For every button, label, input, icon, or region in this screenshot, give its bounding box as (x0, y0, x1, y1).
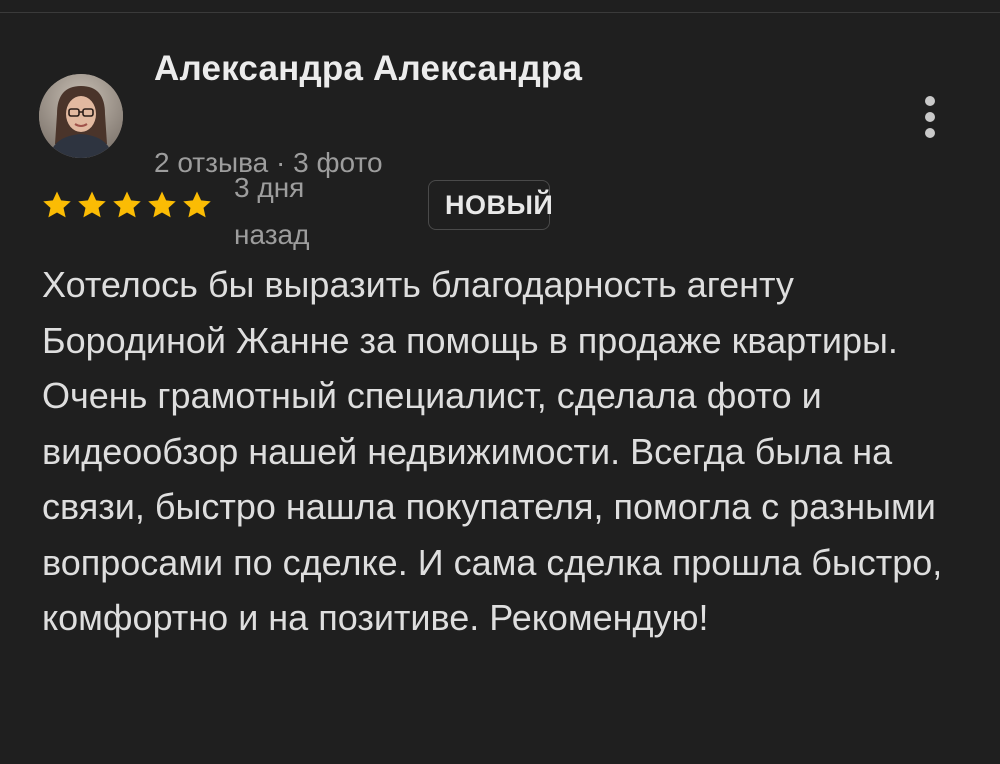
avatar-photo (39, 74, 123, 158)
author-name[interactable]: Александра Александра (154, 46, 714, 92)
more-options-button[interactable] (910, 90, 950, 144)
star-rating (40, 188, 214, 222)
divider (0, 12, 1000, 13)
star-icon (183, 191, 211, 218)
star-icon (113, 191, 141, 218)
star-icon (78, 191, 106, 218)
star-icon (43, 191, 71, 218)
star-icon (148, 191, 176, 218)
avatar[interactable] (39, 74, 123, 158)
new-badge: НОВЫЙ (428, 180, 553, 230)
more-vert-icon (925, 96, 935, 106)
review-text: Хотелось бы выразить благодарность агент… (42, 264, 943, 638)
review-date: 3 дня назад (234, 172, 310, 250)
